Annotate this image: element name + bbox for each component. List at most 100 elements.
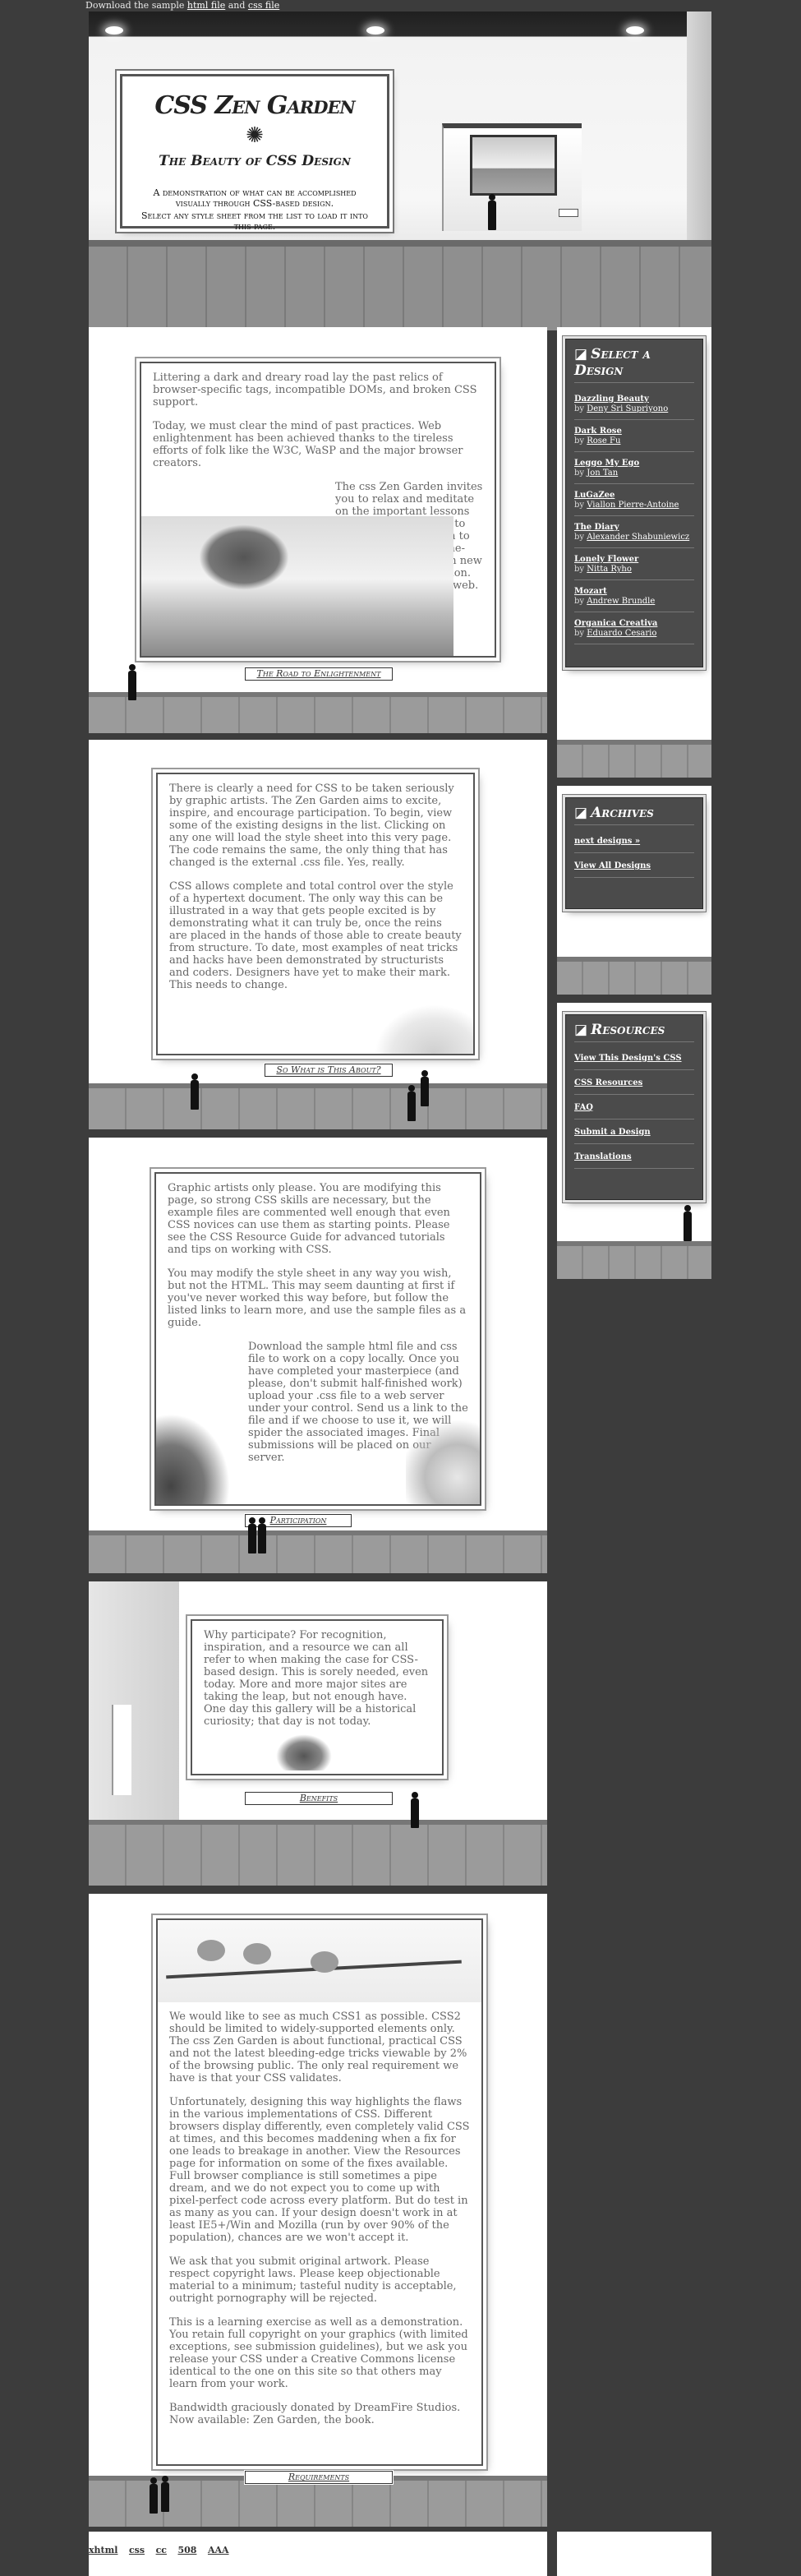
floor — [89, 240, 711, 330]
requirements-plaque: Requirements — [244, 2470, 394, 2485]
design-link[interactable]: Lonely Flower — [574, 555, 638, 564]
about-paragraph-1: There is clearly a need for CSS to be ta… — [169, 782, 454, 869]
requirements-paragraph-3: We ask that you submit original artwork.… — [169, 2255, 457, 2305]
sun-icon: ✺ — [246, 123, 264, 148]
resources-icon: ◪ — [574, 1022, 588, 1038]
top-download-line: Download the sample html file and css fi… — [85, 0, 279, 12]
view-all-designs-link[interactable]: View All Designs — [574, 861, 651, 870]
wall-opening — [112, 1705, 131, 1795]
select-design-heading: ◪ Select a Design — [574, 346, 694, 383]
benefits-paragraph-1: Why participate? For recognition, inspir… — [204, 1629, 429, 1728]
benefits-plaque-label: Benefits — [299, 1793, 338, 1803]
participation-plaque-label: Participation — [269, 1515, 327, 1526]
html-file-link[interactable]: html file — [187, 0, 225, 11]
visitor-figure — [127, 664, 138, 700]
floor — [557, 740, 711, 778]
designer-link[interactable]: Jon Tan — [587, 469, 618, 478]
design-link[interactable]: Dazzling Beauty — [574, 395, 649, 404]
design-list: Dazzling Beauty by Deny Sri Supriyono Dar… — [574, 395, 694, 644]
list-item: next designs » — [574, 837, 694, 853]
requirements-paragraph-4: This is a learning exercise as well as a… — [169, 2316, 468, 2390]
designer-link[interactable]: Alexander Shabuniewicz — [587, 533, 689, 542]
requirements-paragraph-2: Unfortunately, designing this way highli… — [169, 2096, 470, 2244]
requirements-paragraph-1: We would like to see as much CSS1 as pos… — [169, 2010, 467, 2084]
ceiling-light — [105, 26, 123, 35]
floor — [557, 957, 711, 995]
list-item: Dazzling Beauty by Deny Sri Supriyono — [574, 395, 694, 420]
list-item: Organica Creativa by Eduardo Cesario — [574, 619, 694, 644]
about-paragraph-2: CSS allows complete and total control ov… — [169, 880, 462, 991]
list-item: Translations — [574, 1152, 694, 1169]
top-download-and: and — [228, 0, 246, 11]
visitor-figure — [682, 1205, 693, 1241]
list-item: Dark Rose by Rose Fu — [574, 427, 694, 452]
design-by-label: by — [574, 501, 585, 510]
ceiling-light — [626, 26, 644, 35]
footer: xhtml css cc 508 AAA — [89, 2532, 547, 2576]
designer-link[interactable]: Deny Sri Supriyono — [587, 404, 668, 413]
design-by-label: by — [574, 597, 585, 606]
footer-aaa-link[interactable]: AAA — [208, 2545, 229, 2555]
sidebar-footer-space — [557, 2532, 711, 2576]
archives-heading: ◪ Archives — [574, 805, 694, 825]
ceiling-light — [366, 26, 384, 35]
intro-summary: A demonstration of what can be accomplis… — [153, 187, 357, 209]
footer-xhtml-link[interactable]: xhtml — [89, 2545, 117, 2555]
floor — [89, 1530, 547, 1573]
designer-link[interactable]: Nitta Ryho — [587, 565, 632, 574]
next-designs-link[interactable]: next designs » — [574, 837, 640, 846]
visitor-figure — [256, 1517, 268, 1553]
resources-heading-label: Resources — [591, 1022, 665, 1038]
birds-picture — [158, 1920, 481, 2002]
requirements-frame: We would like to see as much CSS1 as pos… — [156, 1918, 483, 2466]
view-design-css-link[interactable]: View This Design's CSS — [574, 1054, 682, 1063]
lotus-picture — [375, 1004, 473, 1054]
select-design-icon: ◪ — [574, 346, 588, 362]
room-requirements: We would like to see as much CSS1 as pos… — [89, 1894, 547, 2527]
design-link[interactable]: Dark Rose — [574, 427, 622, 436]
css-file-link[interactable]: css file — [248, 0, 279, 11]
daisy-picture — [406, 1414, 480, 1504]
designer-link[interactable]: Andrew Brundle — [587, 597, 655, 606]
benefits-frame: Why participate? For recognition, inspir… — [191, 1619, 444, 1775]
design-link[interactable]: LuGaZee — [574, 491, 615, 500]
bird — [243, 1943, 271, 1964]
translations-link[interactable]: Translations — [574, 1152, 632, 1161]
requirements-plaque-label: Requirements — [288, 2472, 350, 2482]
room-benefits: Why participate? For recognition, inspir… — [89, 1581, 547, 1886]
design-link[interactable]: The Diary — [574, 523, 619, 532]
footer-css-link[interactable]: css — [129, 2545, 145, 2555]
road-frame: Littering a dark and dreary road lay the… — [140, 362, 496, 658]
header-gallery-room: CSS Zen Garden ✺ The Beauty of CSS Desig… — [89, 12, 711, 334]
designer-link[interactable]: Rose Fu — [587, 436, 620, 445]
footer-508-link[interactable]: 508 — [177, 2545, 196, 2555]
design-by-label: by — [574, 533, 585, 542]
design-link[interactable]: Organica Creativa — [574, 619, 657, 628]
floor — [89, 692, 547, 733]
css-resources-link[interactable]: CSS Resources — [574, 1078, 642, 1087]
site-subtitle: The Beauty of CSS Design — [159, 153, 351, 169]
archives-heading-label: Archives — [591, 805, 654, 821]
design-by-label: by — [574, 436, 585, 445]
list-item: View This Design's CSS — [574, 1054, 694, 1070]
right-wall — [687, 12, 711, 258]
design-link[interactable]: Leggo My Ego — [574, 459, 639, 468]
left-wall — [89, 1581, 179, 1836]
archives-list: next designs » View All Designs — [574, 837, 694, 878]
designer-link[interactable]: Eduardo Cesario — [587, 629, 656, 638]
road-plaque: The Road to Enlightenment — [244, 667, 394, 681]
designer-link[interactable]: Viallon Pierre-Antoine — [587, 501, 679, 510]
design-by-label: by — [574, 404, 585, 413]
list-item: Submit a Design — [574, 1128, 694, 1144]
side-room-resources: ◪ Resources View This Design's CSS CSS Re… — [557, 1003, 711, 1279]
room-participation: Graphic artists only please. You are mod… — [89, 1138, 547, 1573]
faq-link[interactable]: FAQ — [574, 1103, 593, 1112]
room-road-to-enlightenment: Littering a dark and dreary road lay the… — [89, 327, 547, 733]
participation-frame: Graphic artists only please. You are mod… — [154, 1172, 481, 1506]
footer-cc-link[interactable]: cc — [156, 2545, 167, 2555]
design-link[interactable]: Mozart — [574, 587, 607, 596]
list-item: Leggo My Ego by Jon Tan — [574, 459, 694, 484]
submit-design-link[interactable]: Submit a Design — [574, 1128, 651, 1137]
visitor-figure — [419, 1070, 430, 1106]
design-by-label: by — [574, 469, 585, 478]
